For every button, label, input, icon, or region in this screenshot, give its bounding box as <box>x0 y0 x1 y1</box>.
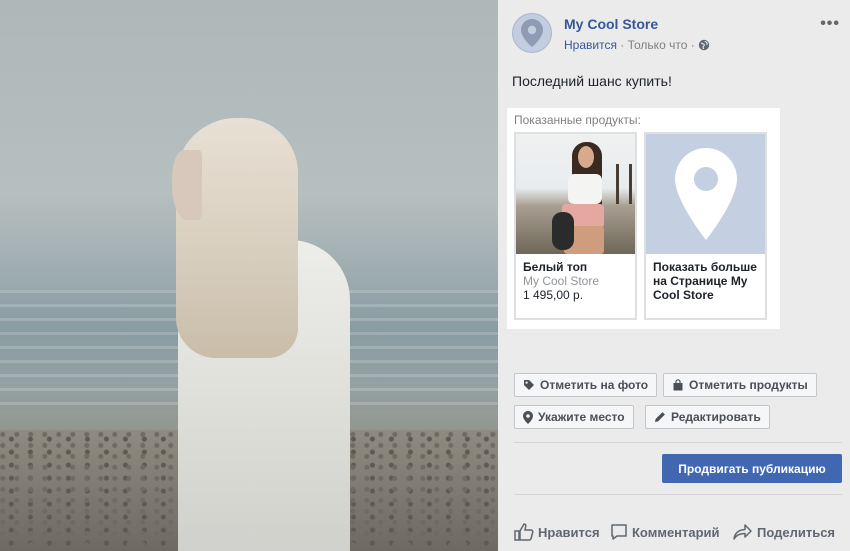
products-label: Показанные продукты: <box>514 113 641 127</box>
edit-button[interactable]: Редактировать <box>645 405 770 429</box>
featured-products: Показанные продукты: Белый топ My Cool S… <box>507 108 780 329</box>
product-image[interactable] <box>516 134 635 254</box>
comment-label: Комментарий <box>632 524 720 540</box>
meta-separator-2: · <box>687 38 699 52</box>
comment-action[interactable]: Комментарий <box>610 523 720 541</box>
shopping-bag-icon <box>672 379 684 391</box>
page-like-link[interactable]: Нравится <box>564 38 617 52</box>
post-text: Последний шанс купить! <box>512 73 672 89</box>
like-action[interactable]: Нравится <box>514 523 600 541</box>
tag-photo-label: Отметить на фото <box>540 378 649 392</box>
post-timestamp[interactable]: Только что <box>628 38 688 52</box>
product-price: 1 495,00 р. <box>523 288 584 302</box>
share-label: Поделиться <box>757 524 836 540</box>
post-viewer: My Cool Store Нравится · Только что · ••… <box>0 0 850 551</box>
photo-person-face <box>172 150 202 220</box>
share-action[interactable]: Поделиться <box>733 523 835 541</box>
photo-model-top <box>568 174 602 204</box>
post-meta: Нравится · Только что · <box>564 38 710 54</box>
tag-icon <box>523 379 535 391</box>
meta-separator: · <box>616 38 628 52</box>
like-label: Нравится <box>538 524 600 540</box>
post-actions: Нравится Комментарий Поделиться <box>514 521 850 545</box>
page-name-link[interactable]: My Cool Store <box>564 16 658 32</box>
edit-label: Редактировать <box>671 410 761 424</box>
tag-photo-button[interactable]: Отметить на фото <box>514 373 658 397</box>
comment-icon <box>611 524 627 540</box>
product-store: My Cool Store <box>523 274 600 288</box>
location-label: Укажите место <box>538 410 625 424</box>
photo-fence <box>616 164 632 204</box>
post-header: My Cool Store Нравится · Только что · ••… <box>512 13 842 55</box>
photo-skateboard <box>552 212 574 250</box>
product-card[interactable]: Белый топ My Cool Store 1 495,00 р. <box>514 132 637 320</box>
divider <box>514 442 842 443</box>
thumbs-up-icon <box>514 523 534 541</box>
photo-model-face <box>578 146 594 168</box>
tag-products-label: Отметить продукты <box>689 378 808 392</box>
more-options-icon[interactable]: ••• <box>820 15 840 33</box>
tag-products-button[interactable]: Отметить продукты <box>663 373 817 397</box>
product-title[interactable]: Белый топ <box>523 260 635 274</box>
location-button[interactable]: Укажите место <box>514 405 634 429</box>
map-pin-icon <box>521 19 543 47</box>
show-more-title[interactable]: Показать больше на Странице My Cool Stor… <box>653 260 765 302</box>
promote-post-button[interactable]: Продвигать публикацию <box>662 454 842 483</box>
divider <box>514 494 842 495</box>
page-avatar[interactable] <box>512 13 552 53</box>
show-more-image[interactable] <box>646 134 765 254</box>
pencil-icon <box>654 411 666 423</box>
post-photo[interactable] <box>0 0 498 551</box>
show-more-card[interactable]: Показать больше на Странице My Cool Stor… <box>644 132 767 320</box>
location-pin-icon <box>523 410 533 424</box>
globe-icon[interactable] <box>698 39 710 54</box>
share-icon <box>733 524 752 540</box>
map-pin-icon <box>674 148 737 240</box>
